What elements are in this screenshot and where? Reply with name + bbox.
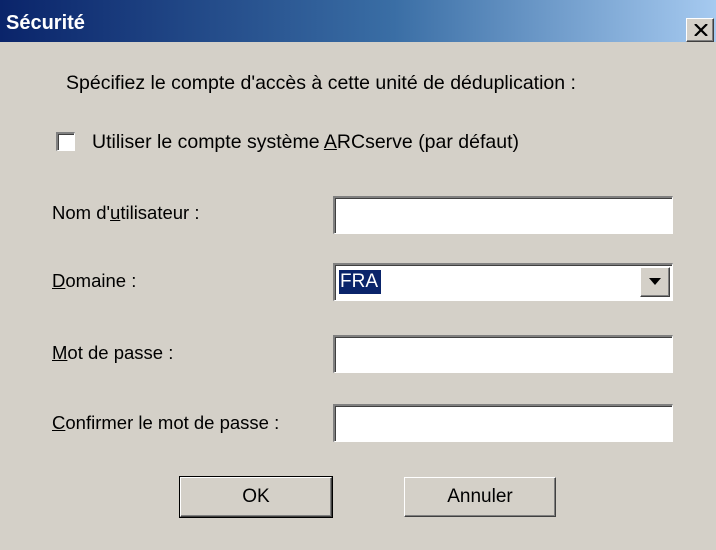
confirm-password-field[interactable]: [333, 404, 673, 442]
ok-button[interactable]: OK: [179, 476, 333, 518]
label-part: Nom d': [52, 202, 111, 223]
domain-value: FRA: [339, 270, 381, 294]
checkbox-label-mnemonic: A: [323, 131, 337, 153]
username-label: Nom d'utilisateur :: [52, 202, 200, 224]
domain-label: Domaine :: [52, 270, 136, 292]
use-arcserve-account-checkbox[interactable]: [56, 132, 75, 151]
password-field[interactable]: [333, 335, 673, 373]
window-title: Sécurité: [6, 12, 85, 34]
instruction-text: Spécifiez le compte d'accès à cette unit…: [66, 72, 576, 94]
title-bar[interactable]: Sécurité: [0, 0, 716, 42]
label-mnemonic: D: [52, 270, 66, 291]
close-icon: [694, 24, 708, 36]
password-label: Mot de passe :: [52, 342, 173, 364]
label-part: ot de passe :: [67, 342, 174, 363]
cancel-button[interactable]: Annuler: [404, 477, 556, 517]
domain-combobox[interactable]: FRA: [333, 263, 673, 301]
checkbox-label[interactable]: Utiliser le compte système ARCserve (par…: [92, 131, 519, 154]
label-mnemonic: C: [52, 412, 66, 433]
checkbox-label-part: RCserve (par défaut): [336, 131, 519, 153]
label-mnemonic: u: [110, 202, 121, 223]
label-mnemonic: M: [52, 342, 68, 363]
label-part: omaine :: [65, 270, 137, 291]
chevron-down-icon: [649, 278, 661, 285]
username-field[interactable]: [333, 196, 673, 234]
domain-dropdown-button[interactable]: [640, 267, 670, 297]
checkbox-label-part: Utiliser le compte système: [92, 131, 324, 153]
label-part: onfirmer le mot de passe :: [65, 412, 280, 433]
label-part: tilisateur :: [120, 202, 200, 223]
confirm-password-label: Confirmer le mot de passe :: [52, 412, 279, 434]
close-button[interactable]: [686, 18, 714, 42]
